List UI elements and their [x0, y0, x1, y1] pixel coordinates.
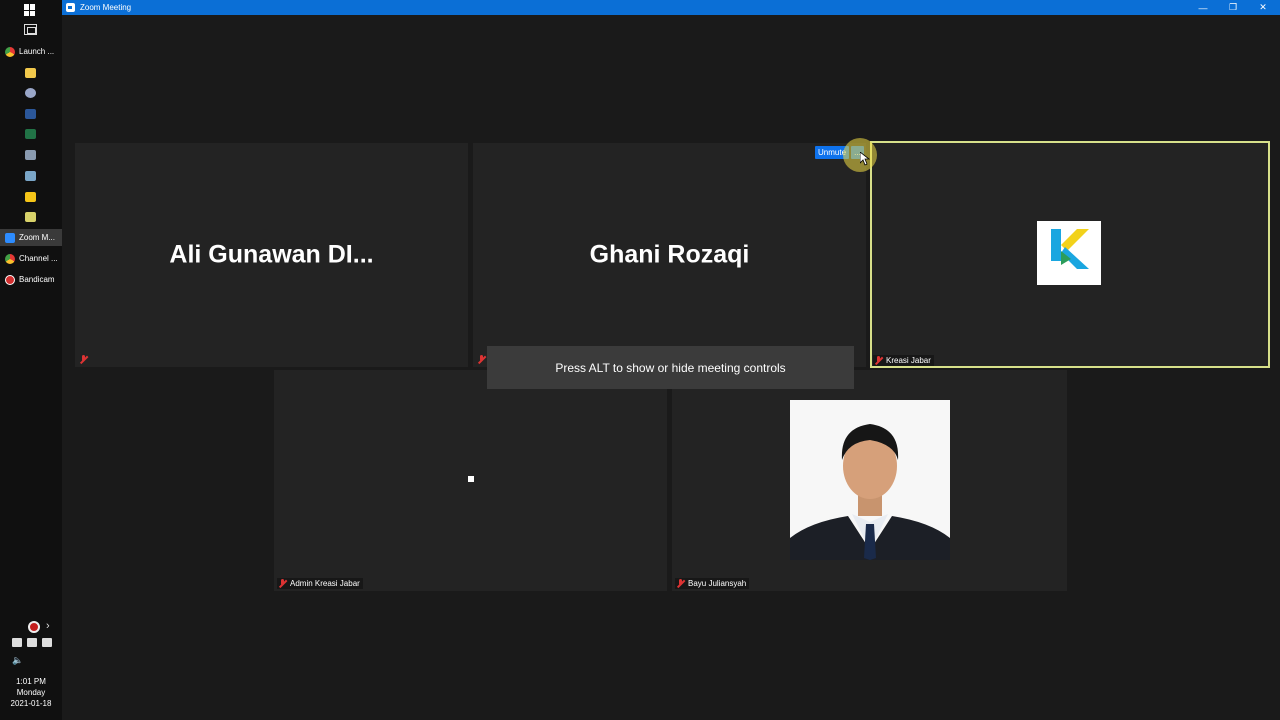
participant-name-bar — [78, 354, 94, 365]
participant-name: Bayu Juliansyah — [688, 579, 747, 588]
video-off-placeholder — [468, 476, 474, 482]
participant-display-name: Ghani Rozaqi — [589, 240, 750, 269]
paint-icon[interactable] — [25, 88, 36, 98]
zoom-icon — [5, 232, 15, 243]
kreasi-jabar-logo — [1037, 221, 1101, 285]
close-button[interactable]: ✕ — [1248, 0, 1278, 15]
clock-date: 2021-01-18 — [10, 699, 52, 708]
mic-muted-icon — [874, 356, 883, 365]
clock-time: 1:01 PM — [16, 677, 46, 686]
battery-icon[interactable] — [12, 638, 22, 647]
minimize-button[interactable]: — — [1188, 0, 1218, 15]
notepad-icon[interactable] — [25, 171, 36, 181]
participant-name: Kreasi Jabar — [886, 356, 931, 365]
taskbar-app-launch[interactable]: Launch ... — [0, 43, 62, 60]
system-tray — [12, 638, 52, 647]
taskbar-clock[interactable]: 1:01 PM Monday 2021-01-18 — [0, 676, 62, 709]
participant-name-bar: Kreasi Jabar — [873, 355, 934, 366]
window-title: Zoom Meeting — [80, 3, 132, 12]
window-titlebar[interactable]: Zoom Meeting — [62, 0, 1280, 15]
mic-muted-icon — [79, 355, 88, 364]
calculator-icon[interactable] — [25, 150, 36, 160]
word-icon[interactable] — [25, 109, 36, 119]
meeting-controls-toast: Press ALT to show or hide meeting contro… — [487, 346, 854, 389]
mic-muted-icon — [477, 355, 486, 364]
windows-start-icon[interactable] — [24, 4, 36, 16]
mic-muted-icon — [676, 579, 685, 588]
profile-photo — [790, 400, 950, 560]
sticky-notes-icon[interactable] — [25, 192, 36, 202]
mouse-cursor-icon — [860, 152, 870, 166]
volume-icon[interactable]: 🔈 — [12, 655, 23, 666]
taskbar-app-label: Channel ... — [19, 254, 58, 263]
participant-display-name: Ali Gunawan DI... — [169, 240, 374, 269]
task-view-icon[interactable] — [24, 24, 37, 35]
bandicam-icon — [5, 274, 15, 285]
participant-name-bar: Admin Kreasi Jabar — [277, 578, 363, 589]
participant-tile[interactable]: Ghani Rozaqi — [473, 143, 866, 367]
notes-icon[interactable] — [25, 212, 36, 222]
taskbar-app-zoom[interactable]: Zoom M... — [0, 229, 62, 246]
taskbar-app-channel[interactable]: Channel ... — [0, 250, 62, 267]
taskbar-app-label: Zoom M... — [19, 233, 56, 242]
mic-muted-icon — [278, 579, 287, 588]
participant-tile[interactable]: Bayu Juliansyah — [672, 370, 1067, 591]
chrome-icon — [5, 46, 15, 57]
restore-button[interactable]: ❐ — [1218, 0, 1248, 15]
excel-icon[interactable] — [25, 129, 36, 139]
zoom-icon — [66, 3, 75, 12]
network-icon[interactable] — [42, 638, 52, 647]
chrome-icon — [5, 253, 15, 264]
taskbar: Launch ... Zoom M... Channel ... Bandica… — [0, 0, 62, 720]
clock-day: Monday — [16, 688, 46, 697]
taskbar-app-label: Bandicam — [19, 275, 55, 284]
record-tray-icon[interactable] — [28, 621, 40, 633]
participant-name-bar: Bayu Juliansyah — [675, 578, 750, 589]
participant-tile-active-speaker[interactable]: Kreasi Jabar — [870, 141, 1270, 368]
bluetooth-icon[interactable] — [27, 638, 37, 647]
chevron-right-icon[interactable]: › — [46, 620, 50, 632]
participant-tile[interactable]: Ali Gunawan DI... — [75, 143, 468, 367]
taskbar-app-bandicam[interactable]: Bandicam — [0, 271, 62, 288]
taskbar-app-label: Launch ... — [19, 47, 55, 56]
participant-name: Admin Kreasi Jabar — [290, 579, 360, 588]
participant-tile[interactable]: Admin Kreasi Jabar — [274, 370, 667, 591]
file-explorer-icon[interactable] — [25, 68, 36, 78]
